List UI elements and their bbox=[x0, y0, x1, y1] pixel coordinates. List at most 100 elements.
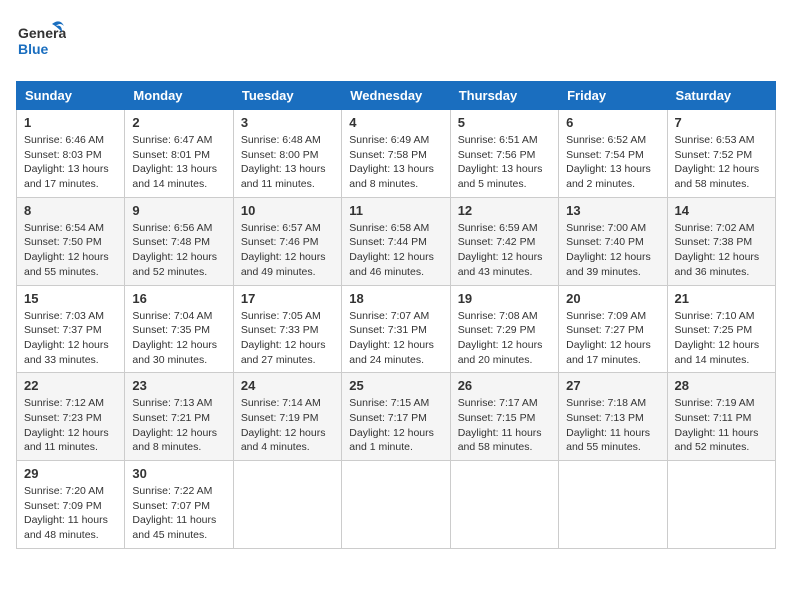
day-info: Sunrise: 6:48 AMSunset: 8:00 PMDaylight:… bbox=[241, 133, 334, 192]
day-info: Sunrise: 7:03 AMSunset: 7:37 PMDaylight:… bbox=[24, 309, 117, 368]
day-info: Sunrise: 6:59 AMSunset: 7:42 PMDaylight:… bbox=[458, 221, 551, 280]
day-info: Sunrise: 6:47 AMSunset: 8:01 PMDaylight:… bbox=[132, 133, 225, 192]
calendar-week-row: 1 Sunrise: 6:46 AMSunset: 8:03 PMDaylight… bbox=[17, 110, 776, 198]
day-number: 7 bbox=[675, 115, 768, 130]
calendar-week-row: 29 Sunrise: 7:20 AMSunset: 7:09 PMDayligh… bbox=[17, 461, 776, 549]
calendar-day-cell: 1 Sunrise: 6:46 AMSunset: 8:03 PMDaylight… bbox=[17, 110, 125, 198]
calendar-day-cell: 2 Sunrise: 6:47 AMSunset: 8:01 PMDaylight… bbox=[125, 110, 233, 198]
day-number: 3 bbox=[241, 115, 334, 130]
calendar-week-row: 8 Sunrise: 6:54 AMSunset: 7:50 PMDaylight… bbox=[17, 197, 776, 285]
day-info: Sunrise: 6:54 AMSunset: 7:50 PMDaylight:… bbox=[24, 221, 117, 280]
calendar-day-cell: 16 Sunrise: 7:04 AMSunset: 7:35 PMDayligh… bbox=[125, 285, 233, 373]
day-number: 20 bbox=[566, 291, 659, 306]
day-number: 17 bbox=[241, 291, 334, 306]
day-number: 14 bbox=[675, 203, 768, 218]
calendar-day-cell: 22 Sunrise: 7:12 AMSunset: 7:23 PMDayligh… bbox=[17, 373, 125, 461]
day-info: Sunrise: 6:57 AMSunset: 7:46 PMDaylight:… bbox=[241, 221, 334, 280]
day-info: Sunrise: 6:49 AMSunset: 7:58 PMDaylight:… bbox=[349, 133, 442, 192]
day-info: Sunrise: 7:08 AMSunset: 7:29 PMDaylight:… bbox=[458, 309, 551, 368]
day-info: Sunrise: 7:07 AMSunset: 7:31 PMDaylight:… bbox=[349, 309, 442, 368]
logo-graphic: General Blue bbox=[16, 16, 66, 71]
empty-cell bbox=[342, 461, 450, 549]
day-number: 1 bbox=[24, 115, 117, 130]
column-header-thursday: Thursday bbox=[450, 82, 558, 110]
calendar-week-row: 15 Sunrise: 7:03 AMSunset: 7:37 PMDayligh… bbox=[17, 285, 776, 373]
day-number: 13 bbox=[566, 203, 659, 218]
day-number: 24 bbox=[241, 378, 334, 393]
day-info: Sunrise: 7:18 AMSunset: 7:13 PMDaylight:… bbox=[566, 396, 659, 455]
calendar-day-cell: 25 Sunrise: 7:15 AMSunset: 7:17 PMDayligh… bbox=[342, 373, 450, 461]
day-number: 21 bbox=[675, 291, 768, 306]
empty-cell bbox=[559, 461, 667, 549]
day-number: 9 bbox=[132, 203, 225, 218]
day-number: 18 bbox=[349, 291, 442, 306]
day-info: Sunrise: 6:58 AMSunset: 7:44 PMDaylight:… bbox=[349, 221, 442, 280]
day-number: 12 bbox=[458, 203, 551, 218]
day-info: Sunrise: 6:52 AMSunset: 7:54 PMDaylight:… bbox=[566, 133, 659, 192]
day-number: 4 bbox=[349, 115, 442, 130]
day-info: Sunrise: 7:20 AMSunset: 7:09 PMDaylight:… bbox=[24, 484, 117, 543]
calendar-day-cell: 7 Sunrise: 6:53 AMSunset: 7:52 PMDaylight… bbox=[667, 110, 775, 198]
calendar-day-cell: 30Sunrise: 7:22 AMSunset: 7:07 PMDayligh… bbox=[125, 461, 233, 549]
column-header-saturday: Saturday bbox=[667, 82, 775, 110]
day-number: 22 bbox=[24, 378, 117, 393]
calendar-day-cell: 9 Sunrise: 6:56 AMSunset: 7:48 PMDaylight… bbox=[125, 197, 233, 285]
day-info: Sunrise: 7:04 AMSunset: 7:35 PMDaylight:… bbox=[132, 309, 225, 368]
day-info: Sunrise: 6:53 AMSunset: 7:52 PMDaylight:… bbox=[675, 133, 768, 192]
calendar-day-cell: 5Sunrise: 6:51 AMSunset: 7:56 PMDaylight… bbox=[450, 110, 558, 198]
day-number: 8 bbox=[24, 203, 117, 218]
day-number: 30 bbox=[132, 466, 225, 481]
calendar-day-cell: 27 Sunrise: 7:18 AMSunset: 7:13 PMDayligh… bbox=[559, 373, 667, 461]
day-number: 19 bbox=[458, 291, 551, 306]
empty-cell bbox=[667, 461, 775, 549]
calendar-day-cell: 12 Sunrise: 6:59 AMSunset: 7:42 PMDayligh… bbox=[450, 197, 558, 285]
day-info: Sunrise: 7:05 AMSunset: 7:33 PMDaylight:… bbox=[241, 309, 334, 368]
calendar-day-cell: 15 Sunrise: 7:03 AMSunset: 7:37 PMDayligh… bbox=[17, 285, 125, 373]
day-number: 11 bbox=[349, 203, 442, 218]
calendar-day-cell: 29 Sunrise: 7:20 AMSunset: 7:09 PMDayligh… bbox=[17, 461, 125, 549]
day-info: Sunrise: 7:13 AMSunset: 7:21 PMDaylight:… bbox=[132, 396, 225, 455]
calendar-day-cell: 21 Sunrise: 7:10 AMSunset: 7:25 PMDayligh… bbox=[667, 285, 775, 373]
calendar-day-cell: 26 Sunrise: 7:17 AMSunset: 7:15 PMDayligh… bbox=[450, 373, 558, 461]
day-info: Sunrise: 7:09 AMSunset: 7:27 PMDaylight:… bbox=[566, 309, 659, 368]
day-info: Sunrise: 7:15 AMSunset: 7:17 PMDaylight:… bbox=[349, 396, 442, 455]
day-number: 2 bbox=[132, 115, 225, 130]
day-info: Sunrise: 7:02 AMSunset: 7:38 PMDaylight:… bbox=[675, 221, 768, 280]
day-number: 27 bbox=[566, 378, 659, 393]
logo: General Blue bbox=[16, 16, 66, 71]
calendar-header-row: SundayMondayTuesdayWednesdayThursdayFrid… bbox=[17, 82, 776, 110]
calendar-day-cell: 10 Sunrise: 6:57 AMSunset: 7:46 PMDayligh… bbox=[233, 197, 341, 285]
calendar-table: SundayMondayTuesdayWednesdayThursdayFrid… bbox=[16, 81, 776, 549]
day-info: Sunrise: 6:56 AMSunset: 7:48 PMDaylight:… bbox=[132, 221, 225, 280]
calendar-day-cell: 28Sunrise: 7:19 AMSunset: 7:11 PMDayligh… bbox=[667, 373, 775, 461]
column-header-monday: Monday bbox=[125, 82, 233, 110]
day-info: Sunrise: 7:14 AMSunset: 7:19 PMDaylight:… bbox=[241, 396, 334, 455]
calendar-day-cell: 14 Sunrise: 7:02 AMSunset: 7:38 PMDayligh… bbox=[667, 197, 775, 285]
day-info: Sunrise: 7:10 AMSunset: 7:25 PMDaylight:… bbox=[675, 309, 768, 368]
calendar-day-cell: 13Sunrise: 7:00 AMSunset: 7:40 PMDayligh… bbox=[559, 197, 667, 285]
calendar-day-cell: 20 Sunrise: 7:09 AMSunset: 7:27 PMDayligh… bbox=[559, 285, 667, 373]
empty-cell bbox=[233, 461, 341, 549]
column-header-wednesday: Wednesday bbox=[342, 82, 450, 110]
calendar-day-cell: 17 Sunrise: 7:05 AMSunset: 7:33 PMDayligh… bbox=[233, 285, 341, 373]
day-info: Sunrise: 6:46 AMSunset: 8:03 PMDaylight:… bbox=[24, 133, 117, 192]
calendar-day-cell: 3 Sunrise: 6:48 AMSunset: 8:00 PMDaylight… bbox=[233, 110, 341, 198]
column-header-sunday: Sunday bbox=[17, 82, 125, 110]
calendar-day-cell: 23Sunrise: 7:13 AMSunset: 7:21 PMDayligh… bbox=[125, 373, 233, 461]
day-number: 29 bbox=[24, 466, 117, 481]
day-info: Sunrise: 7:17 AMSunset: 7:15 PMDaylight:… bbox=[458, 396, 551, 455]
day-number: 6 bbox=[566, 115, 659, 130]
calendar-day-cell: 11 Sunrise: 6:58 AMSunset: 7:44 PMDayligh… bbox=[342, 197, 450, 285]
page-header: General Blue bbox=[16, 16, 776, 71]
day-number: 16 bbox=[132, 291, 225, 306]
day-number: 15 bbox=[24, 291, 117, 306]
day-info: Sunrise: 7:12 AMSunset: 7:23 PMDaylight:… bbox=[24, 396, 117, 455]
calendar-day-cell: 19 Sunrise: 7:08 AMSunset: 7:29 PMDayligh… bbox=[450, 285, 558, 373]
day-number: 26 bbox=[458, 378, 551, 393]
day-number: 10 bbox=[241, 203, 334, 218]
day-number: 25 bbox=[349, 378, 442, 393]
column-header-friday: Friday bbox=[559, 82, 667, 110]
calendar-day-cell: 4 Sunrise: 6:49 AMSunset: 7:58 PMDaylight… bbox=[342, 110, 450, 198]
calendar-week-row: 22 Sunrise: 7:12 AMSunset: 7:23 PMDayligh… bbox=[17, 373, 776, 461]
day-number: 28 bbox=[675, 378, 768, 393]
